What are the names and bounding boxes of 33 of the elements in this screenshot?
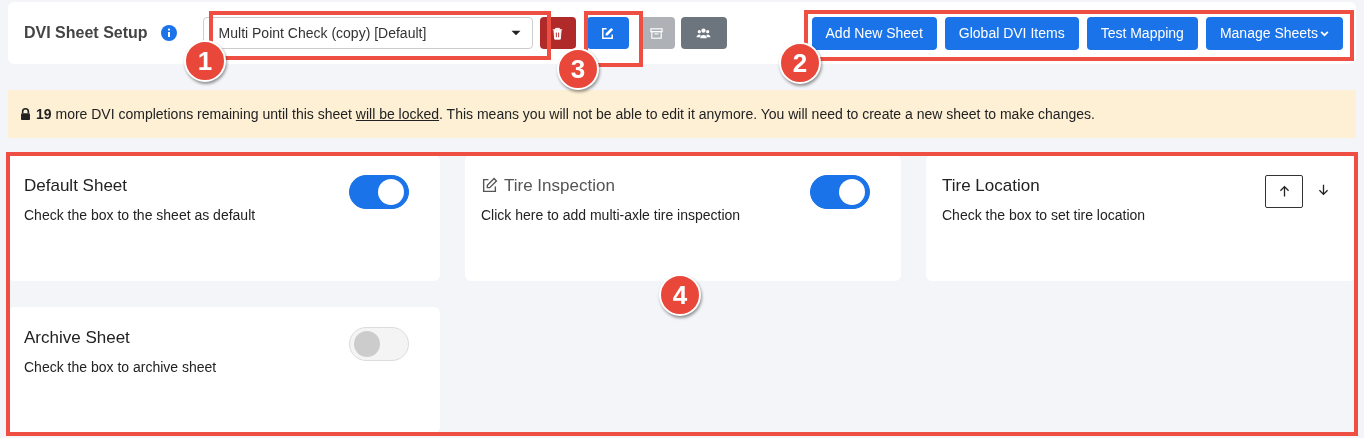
card-description: Check the box to the sheet as default [24,205,257,225]
card-title: Tire Location [942,175,1040,197]
users-button[interactable] [680,17,727,49]
card-title: Default Sheet [24,175,127,197]
locked-link[interactable]: will be locked [355,105,440,122]
info-icon [160,25,177,41]
action-button[interactable]: Add New Sheet [811,16,937,50]
edit-button[interactable] [586,17,629,49]
toggle-switch[interactable] [349,175,409,209]
callout-number: 4 [659,274,701,316]
toggle-switch[interactable] [810,175,870,209]
chevron-down-icon [1320,28,1329,38]
arrow-up-icon [1277,185,1291,198]
card-title: Tire Inspection [504,175,615,197]
callout-number: 2 [779,42,821,84]
sheet-select[interactable]: Multi Point Check (copy) [Default] [202,17,533,49]
callout-number: 3 [557,48,599,90]
card-description: Click here to add multi-axle tire inspection [481,205,742,225]
card-title: Archive Sheet [24,327,130,349]
card-description: Check the box to set tire location [942,205,1147,225]
callout-number: 1 [184,40,226,82]
lock-icon [19,107,32,121]
action-button[interactable]: Manage Sheets [1205,16,1343,50]
pencil-icon [481,177,498,195]
archive-icon [649,25,665,41]
card-description: Check the box to archive sheet [24,357,218,377]
action-button[interactable]: Global DVI Items [944,16,1079,50]
action-button[interactable]: Test Mapping [1086,16,1198,50]
pencil-icon [600,25,616,41]
move-up-button[interactable] [1265,175,1303,208]
lock-warning-text: 19 more DVI completions remaining until this sheet will be locked. This means you will not be able to edit it anymore. You will need to create a new sheet to make changes. [36,104,1095,124]
arrow-down-icon[interactable] [1317,183,1330,196]
page-title: DVI Sheet Setup [24,23,148,43]
